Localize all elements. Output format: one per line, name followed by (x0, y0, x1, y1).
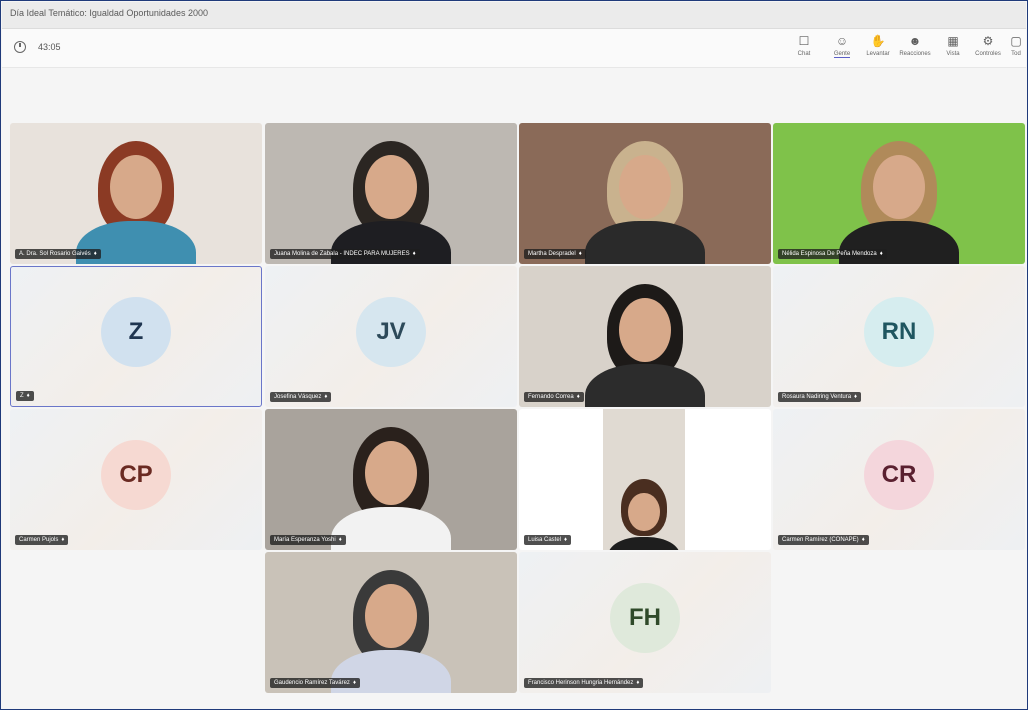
mic-off-icon: ♦ (879, 251, 883, 257)
view-icon: ▦ (947, 34, 959, 48)
controls-button[interactable]: ⚙ Controles (974, 33, 1002, 65)
participant-tile[interactable]: FH Francisco Herinson Hungria Hernández ♦ (519, 552, 771, 693)
mic-off-icon: ♦ (26, 393, 30, 399)
participant-name: A. Dra. Sol Rosario Gaivés (19, 251, 91, 257)
participant-name-tag: A. Dra. Sol Rosario Gaivés ♦ (15, 249, 101, 259)
participant-name-tag: Martha Despradel ♦ (524, 249, 586, 259)
mic-off-icon: ♦ (412, 251, 416, 257)
participant-name-tag: Gaudencio Ramírez Tavárez ♦ (270, 678, 360, 688)
participant-name-tag: Carmen Ramírez (CONAPE) ♦ (778, 535, 869, 545)
avatar: RN (864, 296, 934, 367)
meeting-window: Día Ideal Temático: Igualdad Oportunidad… (0, 0, 1028, 710)
participant-name-tag: Rosaura Nadiring Ventura ♦ (778, 392, 862, 402)
participant-tile[interactable]: María Esperanza Yoshi ♦ (265, 409, 517, 550)
participant-video-face (628, 493, 660, 532)
participant-video-face (873, 155, 925, 219)
participant-video-body (331, 507, 451, 550)
raise-hand-button[interactable]: ✋ Levantar (864, 33, 892, 65)
participant-name-tag: Fernando Correa ♦ (524, 392, 584, 402)
participant-name: Carmen Pujols (19, 537, 59, 543)
people-icon: ☺ (835, 34, 849, 48)
mic-off-icon: ♦ (854, 394, 858, 400)
participant-name: María Esperanza Yoshi (274, 537, 336, 543)
participant-name: Fernando Correa (528, 394, 574, 400)
participant-name: Rosaura Nadiring Ventura (782, 394, 852, 400)
participant-tile[interactable]: Juana Molina de Zabala - INDEC PARA MUJE… (265, 123, 517, 264)
mic-off-icon: ♦ (576, 394, 580, 400)
mic-off-icon: ♦ (352, 680, 356, 686)
participant-name-tag: Z ♦ (16, 391, 34, 401)
participant-video-face (365, 584, 417, 648)
avatar: Z (101, 296, 171, 367)
participant-name-tag: Luisa Castel ♦ (524, 535, 572, 545)
participant-name: Francisco Herinson Hungria Hernández (528, 680, 634, 686)
participant-name-tag: Josefina Vásquez ♦ (270, 392, 332, 402)
avatar: CP (101, 439, 171, 510)
participant-video-face (619, 298, 671, 362)
participant-name: Carmen Ramírez (CONAPE) (782, 537, 859, 543)
participant-name-tag: Carmen Pujols ♦ (15, 535, 69, 545)
mic-off-icon: ♦ (564, 537, 568, 543)
controls-icon: ⚙ (982, 34, 994, 48)
meeting-toolbar: 43:05 ☐ Chat ☺ Gente ✋ Levantar ☻ Reacci… (2, 29, 1026, 68)
participant-name: Martha Despradel (528, 251, 576, 257)
participant-tile[interactable]: A. Dra. Sol Rosario Gaivés ♦ (10, 123, 262, 264)
participant-video-face (365, 441, 417, 505)
participant-name-tag: Nélida Espinosa De Peña Mendoza ♦ (778, 249, 887, 259)
participant-tile[interactable]: Martha Despradel ♦ (519, 123, 771, 264)
participant-video-face (619, 155, 671, 219)
participant-tile[interactable]: Luisa Castel ♦ (519, 409, 771, 550)
avatar: JV (356, 296, 426, 367)
participant-tile[interactable]: CR Carmen Ramírez (CONAPE) ♦ (773, 409, 1025, 550)
mic-off-icon: ♦ (636, 680, 640, 686)
people-button[interactable]: ☺ Gente (828, 33, 856, 65)
avatar: FH (610, 582, 680, 653)
chat-button[interactable]: ☐ Chat (790, 33, 818, 65)
participant-name: Luisa Castel (528, 537, 562, 543)
window-title: Día Ideal Temático: Igualdad Oportunidad… (10, 8, 208, 18)
participant-name: Nélida Espinosa De Peña Mendoza (782, 251, 877, 257)
reactions-icon: ☻ (908, 34, 922, 48)
more-button[interactable]: ▢ Tod (1006, 33, 1026, 65)
participant-tile[interactable]: Z Z ♦ (10, 266, 262, 407)
mic-off-icon: ♦ (338, 537, 342, 543)
more-icon: ▢ (1010, 34, 1022, 48)
participant-name-tag: Juana Molina de Zabala - INDEC PARA MUJE… (270, 249, 420, 259)
mic-off-icon: ♦ (93, 251, 97, 257)
participant-tile[interactable]: JV Josefina Vásquez ♦ (265, 266, 517, 407)
participant-name-tag: Francisco Herinson Hungria Hernández ♦ (524, 678, 644, 688)
participant-tile[interactable]: Nélida Espinosa De Peña Mendoza ♦ (773, 123, 1025, 264)
participant-name: Josefina Vásquez (274, 394, 322, 400)
participant-tile[interactable]: Fernando Correa ♦ (519, 266, 771, 407)
participant-video-body (585, 364, 705, 407)
avatar: CR (864, 439, 934, 510)
raise-hand-icon: ✋ (870, 34, 886, 48)
participant-tile[interactable]: Gaudencio Ramírez Tavárez ♦ (265, 552, 517, 693)
participant-name: Juana Molina de Zabala - INDEC PARA MUJE… (274, 251, 410, 257)
participant-video-body (585, 221, 705, 264)
mic-off-icon: ♦ (861, 537, 865, 543)
meeting-timer: 43:05 (38, 42, 61, 52)
participant-tile[interactable]: CP Carmen Pujols ♦ (10, 409, 262, 550)
participant-video-face (365, 155, 417, 219)
clock-icon (14, 41, 26, 53)
mic-off-icon: ♦ (578, 251, 582, 257)
participant-name: Gaudencio Ramírez Tavárez (274, 680, 350, 686)
reactions-button[interactable]: ☻ Reacciones (899, 33, 930, 65)
participant-tile[interactable]: RN Rosaura Nadiring Ventura ♦ (773, 266, 1025, 407)
title-bar: Día Ideal Temático: Igualdad Oportunidad… (2, 2, 1026, 29)
participant-name: Z (20, 393, 24, 399)
chat-icon: ☐ (798, 34, 810, 48)
mic-off-icon: ♦ (324, 394, 328, 400)
view-button[interactable]: ▦ Vista (939, 33, 967, 65)
participant-name-tag: María Esperanza Yoshi ♦ (270, 535, 346, 545)
mic-off-icon: ♦ (61, 537, 65, 543)
participant-video-face (110, 155, 162, 219)
